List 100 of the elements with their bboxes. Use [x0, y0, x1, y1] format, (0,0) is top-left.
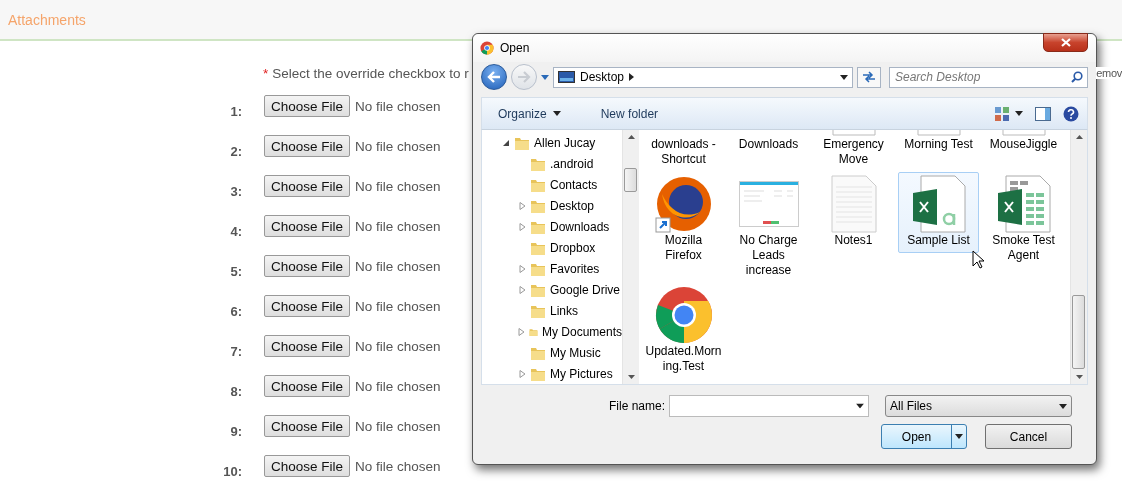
attachment-number: 9:: [229, 422, 242, 439]
file-type-dropdown[interactable]: All Files: [885, 395, 1072, 417]
caret-icon: [1059, 403, 1067, 409]
file-status: No file chosen: [355, 178, 441, 194]
collapsed-arrow-icon[interactable]: [518, 222, 526, 231]
cancel-button[interactable]: Cancel: [985, 424, 1072, 449]
file-item[interactable]: Downloads: [728, 130, 809, 157]
choose-file-button[interactable]: Choose File: [264, 95, 351, 117]
choose-file-button[interactable]: Choose File: [264, 335, 351, 357]
close-icon: [1060, 38, 1071, 47]
tree-item[interactable]: .android: [550, 156, 594, 171]
breadcrumb-arrow-icon: [629, 73, 635, 81]
file-item[interactable]: Updated.Morning.Test: [643, 283, 724, 379]
help-icon: [1063, 105, 1079, 122]
help-button[interactable]: [1063, 105, 1079, 122]
screenshot-thumbnail-icon: [738, 181, 799, 227]
files-scrollbar[interactable]: [1070, 130, 1087, 384]
attachment-number: 5:: [229, 262, 242, 279]
search-field[interactable]: Search Desktop: [889, 66, 1088, 88]
dialog-title: Open: [500, 41, 530, 55]
file-item[interactable]: Morning Test: [898, 130, 979, 157]
choose-file-button[interactable]: Choose File: [264, 375, 351, 397]
collapsed-arrow-icon[interactable]: [518, 285, 526, 294]
spreadsheet-file-icon: [995, 175, 1052, 233]
caret-icon: [1015, 111, 1023, 116]
file-status: No file chosen: [355, 258, 441, 274]
attachment-number: 2:: [229, 142, 242, 159]
tree-item[interactable]: Favorites: [550, 261, 600, 276]
address-dropdown-icon: [840, 74, 848, 80]
choose-file-button[interactable]: Choose File: [264, 255, 351, 277]
forward-arrow-icon: [517, 71, 531, 83]
file-item[interactable]: Mozilla Firefox: [643, 172, 724, 268]
tree-item[interactable]: Desktop: [550, 198, 595, 213]
dropdown-caret-icon: [856, 403, 864, 409]
tree-scrollbar[interactable]: [622, 130, 639, 384]
back-arrow-icon: [487, 71, 501, 83]
collapsed-arrow-icon[interactable]: [518, 201, 526, 210]
scroll-up-arrow-icon[interactable]: [627, 135, 635, 139]
browser-logo-icon: [653, 174, 714, 234]
section-title: Attachments: [8, 11, 86, 28]
file-status: No file chosen: [355, 138, 441, 154]
tree-item[interactable]: Allen Jucay: [534, 135, 596, 150]
file-status: No file chosen: [355, 98, 441, 114]
file-item[interactable]: Emergency Move: [813, 130, 894, 172]
browser-logo-icon: [653, 285, 714, 345]
view-icon: [995, 106, 1009, 121]
attachment-number: 8:: [229, 382, 242, 399]
file-item[interactable]: Smoke Test Agent: [983, 172, 1064, 268]
scroll-down-arrow-icon[interactable]: [627, 375, 635, 379]
file-item[interactable]: downloads - Shortcut: [643, 130, 724, 172]
caret-icon: [955, 434, 963, 439]
collapsed-arrow-icon[interactable]: [518, 327, 525, 336]
tree-item[interactable]: My Pictures: [550, 366, 613, 381]
scroll-thumb[interactable]: [1072, 295, 1085, 369]
choose-file-button[interactable]: Choose File: [264, 215, 351, 237]
file-item[interactable]: MouseJiggle: [983, 130, 1064, 157]
refresh-icon: [862, 71, 876, 83]
scroll-up-arrow-icon[interactable]: [1075, 135, 1083, 139]
refresh-button[interactable]: [857, 66, 881, 88]
file-status: No file chosen: [355, 418, 441, 434]
file-status: No file chosen: [355, 338, 441, 354]
back-button[interactable]: [481, 64, 507, 90]
tree-item[interactable]: My Documents: [541, 324, 622, 339]
collapsed-arrow-icon[interactable]: [518, 369, 526, 378]
choose-file-button[interactable]: Choose File: [264, 135, 351, 157]
mouse-cursor-icon: [972, 250, 984, 269]
file-status: No file chosen: [355, 298, 441, 314]
attachment-number: 10:: [222, 462, 242, 479]
collapsed-arrow-icon[interactable]: [518, 264, 526, 273]
attachment-number: 7:: [229, 342, 242, 359]
preview-pane-button[interactable]: [1035, 106, 1051, 121]
text-file-icon: [830, 175, 877, 233]
choose-file-button[interactable]: Choose File: [264, 175, 351, 197]
new-folder-button[interactable]: New folder: [594, 103, 665, 124]
file-name-label: File name:: [608, 399, 665, 413]
tree-item[interactable]: Google Drive: [550, 282, 621, 297]
scroll-down-arrow-icon[interactable]: [1075, 375, 1083, 379]
file-item[interactable]: Notes1: [813, 172, 894, 253]
choose-file-button[interactable]: Choose File: [264, 455, 351, 477]
tree-item[interactable]: Downloads: [550, 219, 610, 234]
organize-menu[interactable]: Organize: [492, 103, 567, 124]
attachment-number: 1:: [229, 102, 242, 119]
history-dropdown[interactable]: [541, 74, 549, 80]
view-options-button[interactable]: [995, 106, 1023, 121]
desktop-icon: [558, 70, 575, 84]
tree-item[interactable]: Contacts: [550, 177, 598, 192]
tree-item[interactable]: My Music: [550, 345, 601, 360]
close-button[interactable]: [1043, 33, 1088, 52]
choose-file-button[interactable]: Choose File: [264, 295, 351, 317]
tree-item[interactable]: Dropbox: [550, 240, 596, 255]
instruction-text: emov: [1096, 67, 1122, 79]
file-name-field[interactable]: [669, 395, 869, 417]
file-item[interactable]: No Charge Leads increase: [728, 172, 809, 283]
scroll-thumb[interactable]: [624, 168, 637, 192]
open-button[interactable]: Open: [881, 424, 967, 449]
expanded-arrow-icon[interactable]: [502, 138, 510, 147]
tree-item[interactable]: Links: [550, 303, 578, 318]
file-item[interactable]: Sample List: [898, 172, 979, 253]
address-bar[interactable]: Desktop: [553, 66, 853, 88]
choose-file-button[interactable]: Choose File: [264, 415, 351, 437]
